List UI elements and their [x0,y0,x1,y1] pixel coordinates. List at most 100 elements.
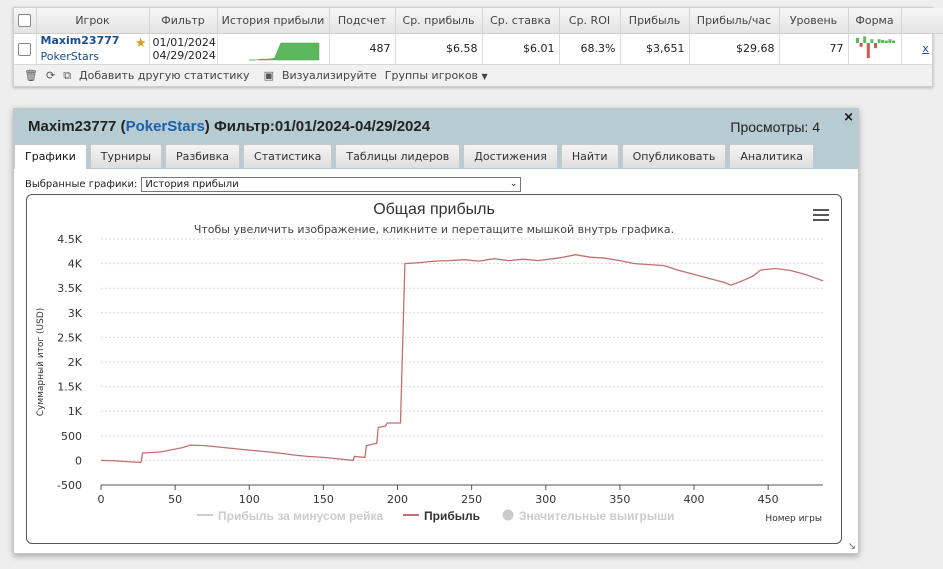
row-checkbox[interactable] [18,42,32,56]
y-tick-label: 1K [68,405,83,418]
y-tick-label: -500 [57,479,82,492]
legend-label: Прибыль [424,509,480,523]
header-profit[interactable]: Прибыль [620,8,690,34]
chevron-down-icon: ⌄ [509,179,518,189]
header-profit-per-hour[interactable]: Прибыль/час [689,8,780,34]
tab-tournaments[interactable]: Турниры [89,144,163,168]
chart-icon[interactable]: ▣ [264,69,274,82]
chart-subtitle: Чтобы увеличить изображение, кликните и … [193,223,675,236]
chart-select-value: История прибыли [145,179,239,190]
legend-label: Значительные выигрыши [519,509,675,523]
chart-menu-icon[interactable] [813,209,829,224]
tab-breakdown[interactable]: Разбивка [165,144,241,168]
dialog-title: Maxim23777 (PokerStars) Фильтр:01/01/202… [28,118,431,135]
header-form[interactable]: Форма [848,8,902,34]
legend-item[interactable]: Значительные выигрыши [502,509,675,523]
form-bar [859,42,863,47]
site-link[interactable]: PokerStars [41,50,145,63]
form-bar [862,36,866,43]
legend-item[interactable]: Прибыль за минусом рейка [197,509,383,523]
chart-plot-area[interactable]: -50005001K1.5K2K2.5K3K3.5K4K4.5K0 50 100 15… [27,195,842,544]
chart-title: Общая прибыль [373,201,495,218]
player-groups-dropdown[interactable]: Группы игроков ▼ [385,69,488,82]
visualize-link[interactable]: Визуализируйте [282,69,377,82]
profit-per-hour-value: $29.68 [689,33,780,64]
profit-value: $3,651 [620,33,690,64]
header-avg-profit[interactable]: Ср. прибыль [395,8,483,34]
select-all-checkbox[interactable] [18,14,32,27]
select-all-cell[interactable] [14,8,37,34]
x-tick-label: 50 [168,493,182,506]
x-tick-label: 100 [239,493,260,506]
add-stats-icon[interactable]: ⧉ [63,69,71,83]
dialog-player-name: Maxim23777 [28,118,117,135]
x-tick-label: 250 [461,493,482,506]
header-avg-stake[interactable]: Ср. ставка [482,8,560,34]
dialog-site-link[interactable]: PokerStars [126,118,205,135]
form-bar [887,38,891,43]
filter-date-from: 01/01/2024 [152,35,216,49]
dialog-tabs: Графики Турниры Разбивка Статистика Табл… [14,144,814,169]
form-bar [891,40,895,43]
remove-row-link[interactable]: x [901,33,943,64]
refresh-icon[interactable]: ⟳ [46,69,55,82]
avg-stake-value: $6.01 [482,33,560,64]
dialog-header: Maxim23777 (PokerStars) Фильтр:01/01/202… [14,109,858,169]
stats-table: Игрок Фильтр История прибыли Подсчет Ср.… [14,8,943,64]
tab-publish[interactable]: Опубликовать [621,144,727,168]
x-tick-label: 350 [609,493,630,506]
avg-profit-value: $6.58 [395,33,483,64]
y-tick-label: 2.5K [57,331,82,344]
star-badge-icon: ★ [134,35,147,51]
form-bar [869,38,873,43]
level-value: 77 [779,33,849,64]
filter-date-to: 04/29/2024 [152,48,216,62]
chart-select-row: Выбранные графики: История прибыли ⌄ [25,177,522,192]
form-bars-chart [855,36,895,58]
x-tick-label: 450 [758,493,779,506]
sparkline-area [249,42,320,60]
legend-label: Прибыль за минусом рейка [218,509,383,523]
tab-find[interactable]: Найти [560,144,619,168]
form-bar [866,42,870,58]
tab-achievements[interactable]: Достижения [463,144,558,168]
resize-handle-icon[interactable]: ↘ [848,541,856,552]
stats-toolbar: 🗑 ⟳ ⧉ Добавить другую статистику ▣ Визуа… [14,64,932,86]
profit-history-sparkline[interactable] [223,36,323,62]
trash-icon[interactable]: 🗑 [24,69,38,82]
header-filter[interactable]: Фильтр [149,8,218,34]
form-bar [877,38,881,43]
y-axis-label: Суммарный итог (USD) [36,308,46,417]
stats-panel: Игрок Фильтр История прибыли Подсчет Ср.… [13,7,943,87]
tab-leaderboards[interactable]: Таблицы лидеров [335,144,461,168]
y-tick-label: 4K [68,258,83,271]
header-player[interactable]: Игрок [36,8,150,34]
x-tick-label: 300 [535,493,556,506]
x-axis-label: Номер игры [765,514,822,524]
avg-roi-value: 68.3% [559,33,621,64]
tab-charts[interactable]: Графики [14,144,87,169]
player-groups-label: Группы игроков [384,69,479,82]
legend-item[interactable]: Прибыль [403,509,480,523]
form-bar [873,42,877,48]
header-remove [901,8,943,34]
profit-chart[interactable]: -500 0 500 1K 1.5K 2K 2.5K 3K 3.5K 4K 4.5K 0 50 100 15… [26,194,842,544]
tab-statistics[interactable]: Статистика [243,144,333,168]
player-link[interactable]: Maxim23777 [41,34,145,47]
legend-dot-icon [502,509,514,521]
tab-analytics[interactable]: Аналитика [729,144,814,168]
chart-select[interactable]: История прибыли ⌄ [141,177,522,192]
header-avg-roi[interactable]: Ср. ROI [559,8,621,34]
header-level[interactable]: Уровень [779,8,849,34]
form-bar [880,39,884,43]
form-bar [855,37,859,43]
profit-series-line [100,254,824,464]
header-count[interactable]: Подсчет [329,8,396,34]
header-profit-history[interactable]: История прибыли [217,8,330,34]
add-stats-link[interactable]: Добавить другую статистику [79,69,250,82]
y-tick-label: 3.5K [57,282,82,295]
x-tick-label: 0 [98,493,105,506]
close-icon[interactable]: × [843,110,854,125]
y-tick-label: 2K [68,356,83,369]
views-count: Просмотры: 4 [730,119,820,135]
